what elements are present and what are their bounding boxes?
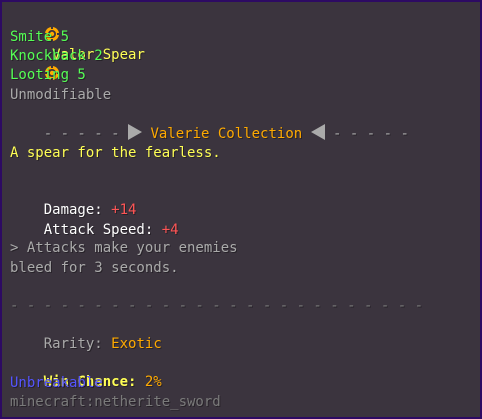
- ability-line-2: bleed for 3 seconds.: [10, 260, 179, 276]
- divider: - - - - - - - - - - - - - - - - - - - - …: [10, 298, 424, 314]
- item-id: minecraft:netherite_sword: [10, 394, 221, 410]
- rarity-value: Exotic: [111, 336, 162, 353]
- ability-line-1: > Attacks make your enemies: [10, 240, 238, 256]
- attack-speed-value: +4: [161, 222, 179, 239]
- rarity-row: Rarity: Exotic: [10, 316, 162, 352]
- win-chance-row: Win Chance: 2%: [10, 354, 162, 390]
- attack-speed-label: Attack Speed:: [43, 222, 154, 239]
- collection-name: Valerie Collection: [150, 126, 303, 143]
- attack-speed-stat: Attack Speed: +4: [10, 202, 179, 238]
- flavor-text: A spear for the fearless.: [10, 145, 221, 161]
- unmodifiable-tag: Unmodifiable: [10, 87, 112, 103]
- triangle-left-icon: [310, 124, 325, 141]
- damage-stat: Damage: +14: [10, 182, 137, 218]
- item-tooltip: Valor Spear Smite 5 Knockback 2 Looting …: [0, 0, 482, 419]
- enchantment-smite: Smite 5: [10, 29, 70, 45]
- win-chance-value: 2%: [144, 374, 162, 391]
- collection-dashes-right: - - - - -: [333, 126, 409, 143]
- collection-dashes-left: - - - - -: [43, 126, 120, 143]
- enchantment-looting: Looting 5: [10, 67, 86, 83]
- triangle-right-icon: [128, 124, 143, 141]
- enchantment-knockback: Knockback 2: [10, 48, 103, 64]
- unbreakable-tag: Unbreakable: [10, 375, 103, 391]
- collection-row: - - - - - Valerie Collection - - - - -: [10, 105, 409, 142]
- item-title-row: Valor Spear: [10, 7, 153, 81]
- rarity-label: Rarity:: [43, 336, 103, 353]
